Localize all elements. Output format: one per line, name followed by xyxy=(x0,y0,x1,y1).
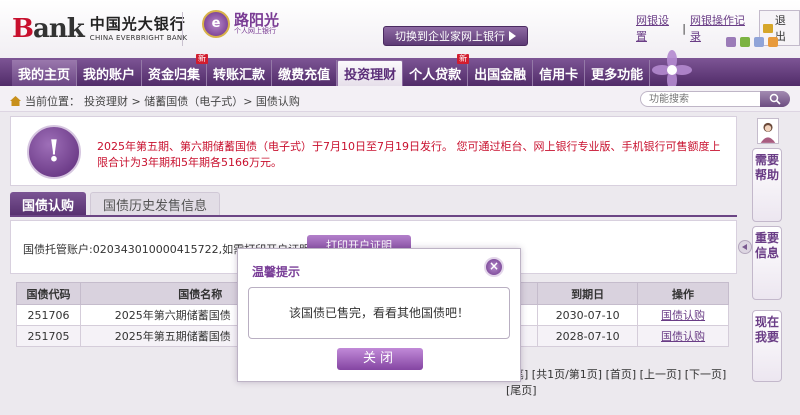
alert-dialog: 温馨提示 × 该国债已售完，看看其他国债吧！ 关闭 xyxy=(237,248,521,382)
modal-overlay: 温馨提示 × 该国债已售完，看看其他国债吧！ 关闭 xyxy=(0,0,800,415)
dialog-title: 温馨提示 xyxy=(252,265,301,279)
close-button[interactable]: 关闭 xyxy=(337,348,423,370)
close-icon[interactable]: × xyxy=(484,257,504,277)
dialog-message: 该国债已售完，看看其他国债吧！ xyxy=(248,287,510,339)
